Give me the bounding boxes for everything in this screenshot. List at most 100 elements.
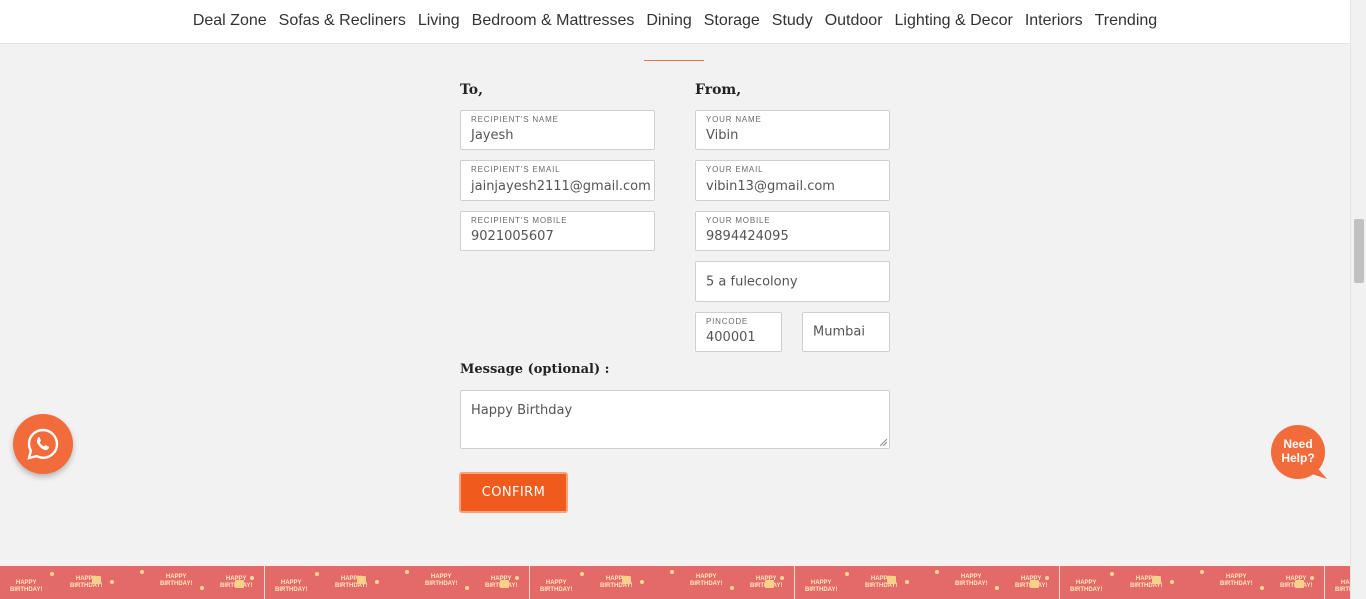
confetti-dot [995, 586, 999, 590]
nav-item[interactable]: Study [772, 12, 813, 30]
confetti-dot [375, 580, 379, 584]
your-mobile-label: YOUR MOBILE [706, 216, 771, 225]
heading-underline [644, 60, 704, 61]
birthday-text: BIRTHDAY! [1130, 583, 1163, 589]
confetti-dot [1200, 570, 1204, 574]
happy-birthday-text: HAPPYBIRTHDAY! [10, 580, 42, 594]
happy-birthday-text: HAPPYBIRTHDAY! [160, 574, 192, 588]
your-name-field[interactable]: YOUR NAME Vibin [695, 110, 890, 150]
pincode-label: PINCODE [706, 317, 749, 326]
recipient-email-value: jainjayesh2111@gmail.com [471, 179, 651, 194]
confetti-dot [935, 570, 939, 574]
from-title: From, [695, 82, 742, 98]
recipient-mobile-value: 9021005607 [471, 229, 554, 244]
happy-text: HAPPY [430, 574, 452, 580]
birthday-text: BIRTHDAY! [1220, 581, 1253, 587]
happy-birthday-text: HAPPYBIRTHDAY! [1335, 580, 1350, 594]
need-help-button[interactable]: Need Help? [1271, 425, 1327, 481]
cake-icon [765, 580, 774, 588]
confetti-dot [465, 586, 469, 590]
nav-item[interactable]: Outdoor [825, 12, 883, 30]
cake-icon [357, 576, 366, 584]
birthday-text: BIRTHDAY! [275, 587, 308, 593]
message-value: Happy Birthday [471, 403, 573, 418]
message-label: Message (optional) : [460, 362, 610, 377]
nav-item[interactable]: Dining [646, 12, 691, 30]
city-value: Mumbai [813, 324, 865, 340]
recipient-email-label: RECIPIENT'S EMAIL [471, 165, 561, 174]
confetti-dot [580, 572, 584, 576]
recipient-name-value: Jayesh [471, 128, 514, 143]
whatsapp-button[interactable] [13, 414, 73, 474]
birthday-text: BIRTHDAY! [335, 583, 368, 589]
nav-item[interactable]: Sofas & Recliners [279, 12, 406, 30]
pattern-tile: HAPPYBIRTHDAY!HAPPYBIRTHDAY!HAPPYBIRTHDA… [265, 566, 530, 599]
birthday-text: BIRTHDAY! [1070, 587, 1103, 593]
happy-birthday-text: HAPPYBIRTHDAY! [425, 574, 457, 588]
your-name-value: Vibin [706, 128, 739, 143]
happy-text: HAPPY [165, 574, 187, 580]
birthday-text: BIRTHDAY! [955, 581, 988, 587]
your-mobile-value: 9894424095 [706, 229, 789, 244]
cake-icon [92, 576, 101, 584]
nav-item[interactable]: Living [418, 12, 460, 30]
happy-text: HAPPY [545, 580, 567, 586]
birthday-text: BIRTHDAY! [540, 587, 573, 593]
nav-item[interactable]: Bedroom & Mattresses [472, 12, 635, 30]
cake-icon [235, 580, 244, 588]
your-email-label: YOUR EMAIL [706, 165, 764, 174]
happy-text: HAPPY [810, 580, 832, 586]
confetti-dot [1310, 576, 1314, 580]
resize-handle-icon[interactable] [879, 438, 887, 446]
address-value: 5 a fulecolony [706, 274, 798, 289]
need-help-line2: Help? [1281, 451, 1315, 465]
pincode-value: 400001 [706, 330, 756, 345]
confetti-dot [405, 570, 409, 574]
confetti-dot [110, 580, 114, 584]
happy-birthday-text: HAPPYBIRTHDAY! [1070, 580, 1102, 594]
confetti-dot [845, 572, 849, 576]
nav-item[interactable]: Lighting & Decor [895, 12, 1013, 30]
birthday-text: BIRTHDAY! [70, 583, 103, 589]
city-field[interactable]: Mumbai [802, 312, 890, 352]
happy-text: HAPPY [1225, 574, 1247, 580]
happy-text: HAPPY [280, 580, 302, 586]
nav-item[interactable]: Trending [1095, 12, 1158, 30]
message-textarea[interactable]: Happy Birthday [460, 390, 890, 449]
scrollbar-thumb[interactable] [1354, 219, 1364, 283]
pattern-tile: HAPPYBIRTHDAY!HAPPYBIRTHDAY!HAPPYBIRTHDA… [1060, 566, 1325, 599]
cake-icon [622, 576, 631, 584]
cake-icon [1295, 580, 1304, 588]
vertical-scrollbar[interactable] [1350, 0, 1366, 599]
confetti-dot [515, 576, 519, 580]
nav-item[interactable]: Deal Zone [193, 12, 267, 30]
birthday-text: BIRTHDAY! [805, 587, 838, 593]
confetti-dot [1260, 586, 1264, 590]
your-email-field[interactable]: YOUR EMAIL vibin13@gmail.com [695, 160, 890, 201]
recipient-mobile-field[interactable]: RECIPIENT'S MOBILE 9021005607 [460, 211, 655, 251]
confetti-dot [1045, 576, 1049, 580]
recipient-name-field[interactable]: RECIPIENT'S NAME Jayesh [460, 110, 655, 150]
recipient-mobile-label: RECIPIENT'S MOBILE [471, 216, 568, 225]
confirm-button[interactable]: CONFIRM [459, 472, 568, 513]
confetti-dot [140, 570, 144, 574]
recipient-email-field[interactable]: RECIPIENT'S EMAIL jainjayesh2111@gmail.c… [460, 160, 655, 201]
happy-text: HAPPY [960, 574, 982, 580]
confetti-dot [730, 586, 734, 590]
confetti-dot [670, 570, 674, 574]
nav-item[interactable]: Storage [704, 12, 760, 30]
birthday-text: BIRTHDAY! [160, 581, 193, 587]
need-help-text: Need Help? [1271, 437, 1325, 465]
birthday-text: BIRTHDAY! [600, 583, 633, 589]
happy-text: HAPPY [1340, 580, 1350, 586]
pattern-tile: HAPPYBIRTHDAY!HAPPYBIRTHDAY!HAPPYBIRTHDA… [795, 566, 1060, 599]
happy-birthday-text: HAPPYBIRTHDAY! [1220, 574, 1252, 588]
birthday-text: BIRTHDAY! [425, 581, 458, 587]
your-mobile-field[interactable]: YOUR MOBILE 9894424095 [695, 211, 890, 251]
pattern-tile: HAPPYBIRTHDAY!HAPPYBIRTHDAY!HAPPYBIRTHDA… [0, 566, 265, 599]
top-navigation: Deal Zone Sofas & Recliners Living Bedroom … [0, 0, 1350, 44]
birthday-text: BIRTHDAY! [690, 581, 723, 587]
pincode-field[interactable]: PINCODE 400001 [695, 312, 782, 352]
address-field[interactable]: 5 a fulecolony [695, 261, 890, 302]
nav-item[interactable]: Interiors [1025, 12, 1083, 30]
